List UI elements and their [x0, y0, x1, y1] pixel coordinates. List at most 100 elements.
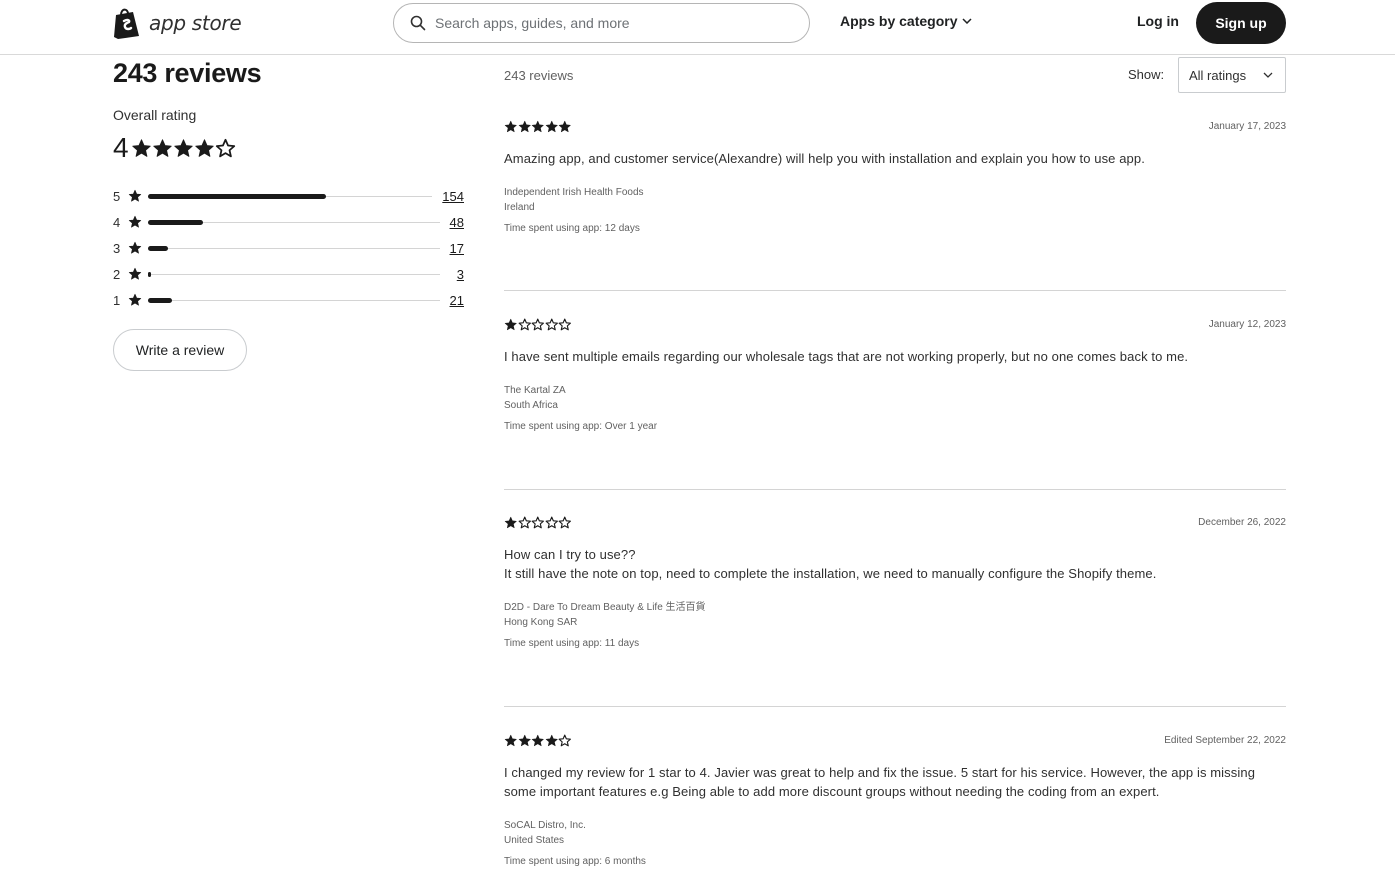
rating-level-label: 2 [113, 266, 121, 282]
star-filled-icon [504, 318, 517, 331]
star-filled-icon [531, 120, 544, 133]
star-icon [128, 241, 142, 254]
star-filled-icon [173, 138, 193, 157]
star-filled-icon [545, 734, 558, 747]
rating-bar-track [148, 193, 433, 199]
rating-bar-track [148, 297, 440, 303]
star-icon-wrapper [128, 189, 142, 203]
star-filled-icon [518, 734, 531, 747]
time-spent-using-app: Time spent using app: Over 1 year [504, 421, 658, 432]
reviewer-store-name: Independent Irish Health Foods [504, 187, 644, 198]
chevron-down-icon [962, 18, 973, 24]
rating-count-link[interactable]: 154 [442, 189, 464, 204]
star-icon [128, 267, 142, 280]
review-text: How can I try to use?? [504, 547, 636, 562]
overall-rating-value: 4 [113, 132, 129, 163]
shopify-bag-icon [114, 8, 139, 39]
reviewer-location: South Africa [504, 400, 558, 411]
review-body: Amazing app, and customer service(Alexan… [504, 149, 1286, 168]
time-spent-using-app: Time spent using app: 6 months [504, 856, 646, 867]
review-body: I changed my review for 1 star to 4. Jav… [504, 763, 1286, 801]
review-date: January 12, 2023 [1208, 319, 1286, 330]
review-rating-stars [504, 734, 572, 748]
review-text: It still have the note on top, need to c… [504, 566, 1157, 581]
star-empty-icon [518, 516, 531, 529]
reviewer-location: Hong Kong SAR [504, 617, 578, 628]
rating-bar-fill [148, 245, 168, 251]
star-icon-wrapper [128, 215, 142, 229]
rating-bar-fill [148, 193, 326, 199]
star-filled-icon [518, 120, 531, 133]
rating-filter-select[interactable]: All ratings [1178, 57, 1286, 93]
star-icon-wrapper [128, 241, 142, 255]
time-spent-using-app: Time spent using app: 12 days [504, 223, 640, 234]
apps-by-category-label: Apps by category [840, 13, 958, 29]
search-box[interactable] [393, 3, 810, 43]
review-divider [504, 489, 1286, 490]
star-filled-icon [531, 734, 544, 747]
rating-level-label: 5 [113, 188, 121, 204]
rating-bar-track [148, 219, 440, 225]
star-empty-icon [531, 516, 544, 529]
rating-count-link[interactable]: 48 [450, 215, 464, 230]
star-filled-icon [194, 138, 214, 157]
star-filled-icon [152, 138, 172, 157]
review-divider [504, 290, 1286, 291]
review-date: Edited September 22, 2022 [1164, 735, 1286, 746]
write-review-button[interactable]: Write a review [113, 329, 247, 371]
review-rating-stars [504, 516, 572, 530]
overall-rating-label: Overall rating [113, 107, 197, 123]
search-icon [410, 15, 426, 31]
signup-button[interactable]: Sign up [1196, 2, 1286, 44]
star-icon [128, 189, 142, 202]
logo-text: app store [149, 11, 242, 35]
star-empty-icon [518, 318, 531, 331]
review-count-label: 243 reviews [504, 68, 574, 83]
review-body: I have sent multiple emails regarding ou… [504, 347, 1286, 366]
rating-distribution-row: 4 48 [113, 213, 464, 231]
star-empty-icon [558, 516, 571, 529]
review-text: I have sent multiple emails regarding ou… [504, 349, 1189, 364]
review-text: Amazing app, and customer service(Alexan… [504, 151, 1145, 166]
rating-distribution-row: 1 21 [113, 291, 464, 309]
login-link[interactable]: Log in [1137, 13, 1179, 29]
reviewer-store-name: The Kartal ZA [504, 385, 566, 396]
rating-bar-fill [148, 219, 204, 225]
review-text: I changed my review for 1 star to 4. Jav… [504, 765, 1256, 799]
star-icon [128, 293, 142, 306]
overall-rating: 4 [113, 132, 236, 164]
review-date: January 17, 2023 [1208, 121, 1286, 132]
star-icon-wrapper [128, 293, 142, 307]
star-filled-icon [504, 516, 517, 529]
show-filter-label: Show: [1128, 67, 1165, 82]
star-empty-icon [531, 318, 544, 331]
star-empty-icon [558, 734, 571, 747]
rating-filter-value: All ratings [1189, 67, 1247, 83]
star-empty-icon [558, 318, 571, 331]
rating-bar-fill [148, 271, 152, 277]
star-icon [128, 215, 142, 228]
rating-count-link[interactable]: 3 [450, 267, 464, 282]
rating-level-label: 4 [113, 214, 121, 230]
app-store-logo[interactable]: app store [113, 7, 242, 39]
rating-count-link[interactable]: 21 [450, 293, 464, 308]
star-filled-icon [504, 734, 517, 747]
star-empty-icon [215, 138, 235, 157]
rating-level-label: 3 [113, 240, 121, 256]
rating-distribution-row: 5 154 [113, 187, 464, 205]
rating-level-label: 1 [113, 292, 121, 308]
overall-stars [131, 138, 236, 159]
review-rating-stars [504, 120, 572, 134]
reviewer-location: United States [504, 835, 565, 846]
review-date: December 26, 2022 [1198, 517, 1286, 528]
rating-distribution-row: 3 17 [113, 239, 464, 257]
star-filled-icon [504, 120, 517, 133]
reviewer-location: Ireland [504, 202, 535, 213]
review-divider [504, 706, 1286, 707]
search-input[interactable] [435, 15, 795, 31]
rating-count-link[interactable]: 17 [450, 241, 464, 256]
time-spent-using-app: Time spent using app: 11 days [504, 638, 640, 649]
rating-bar-track [148, 245, 440, 251]
apps-by-category-menu[interactable]: Apps by category [840, 13, 973, 29]
rating-distribution-row: 23 [113, 265, 464, 283]
